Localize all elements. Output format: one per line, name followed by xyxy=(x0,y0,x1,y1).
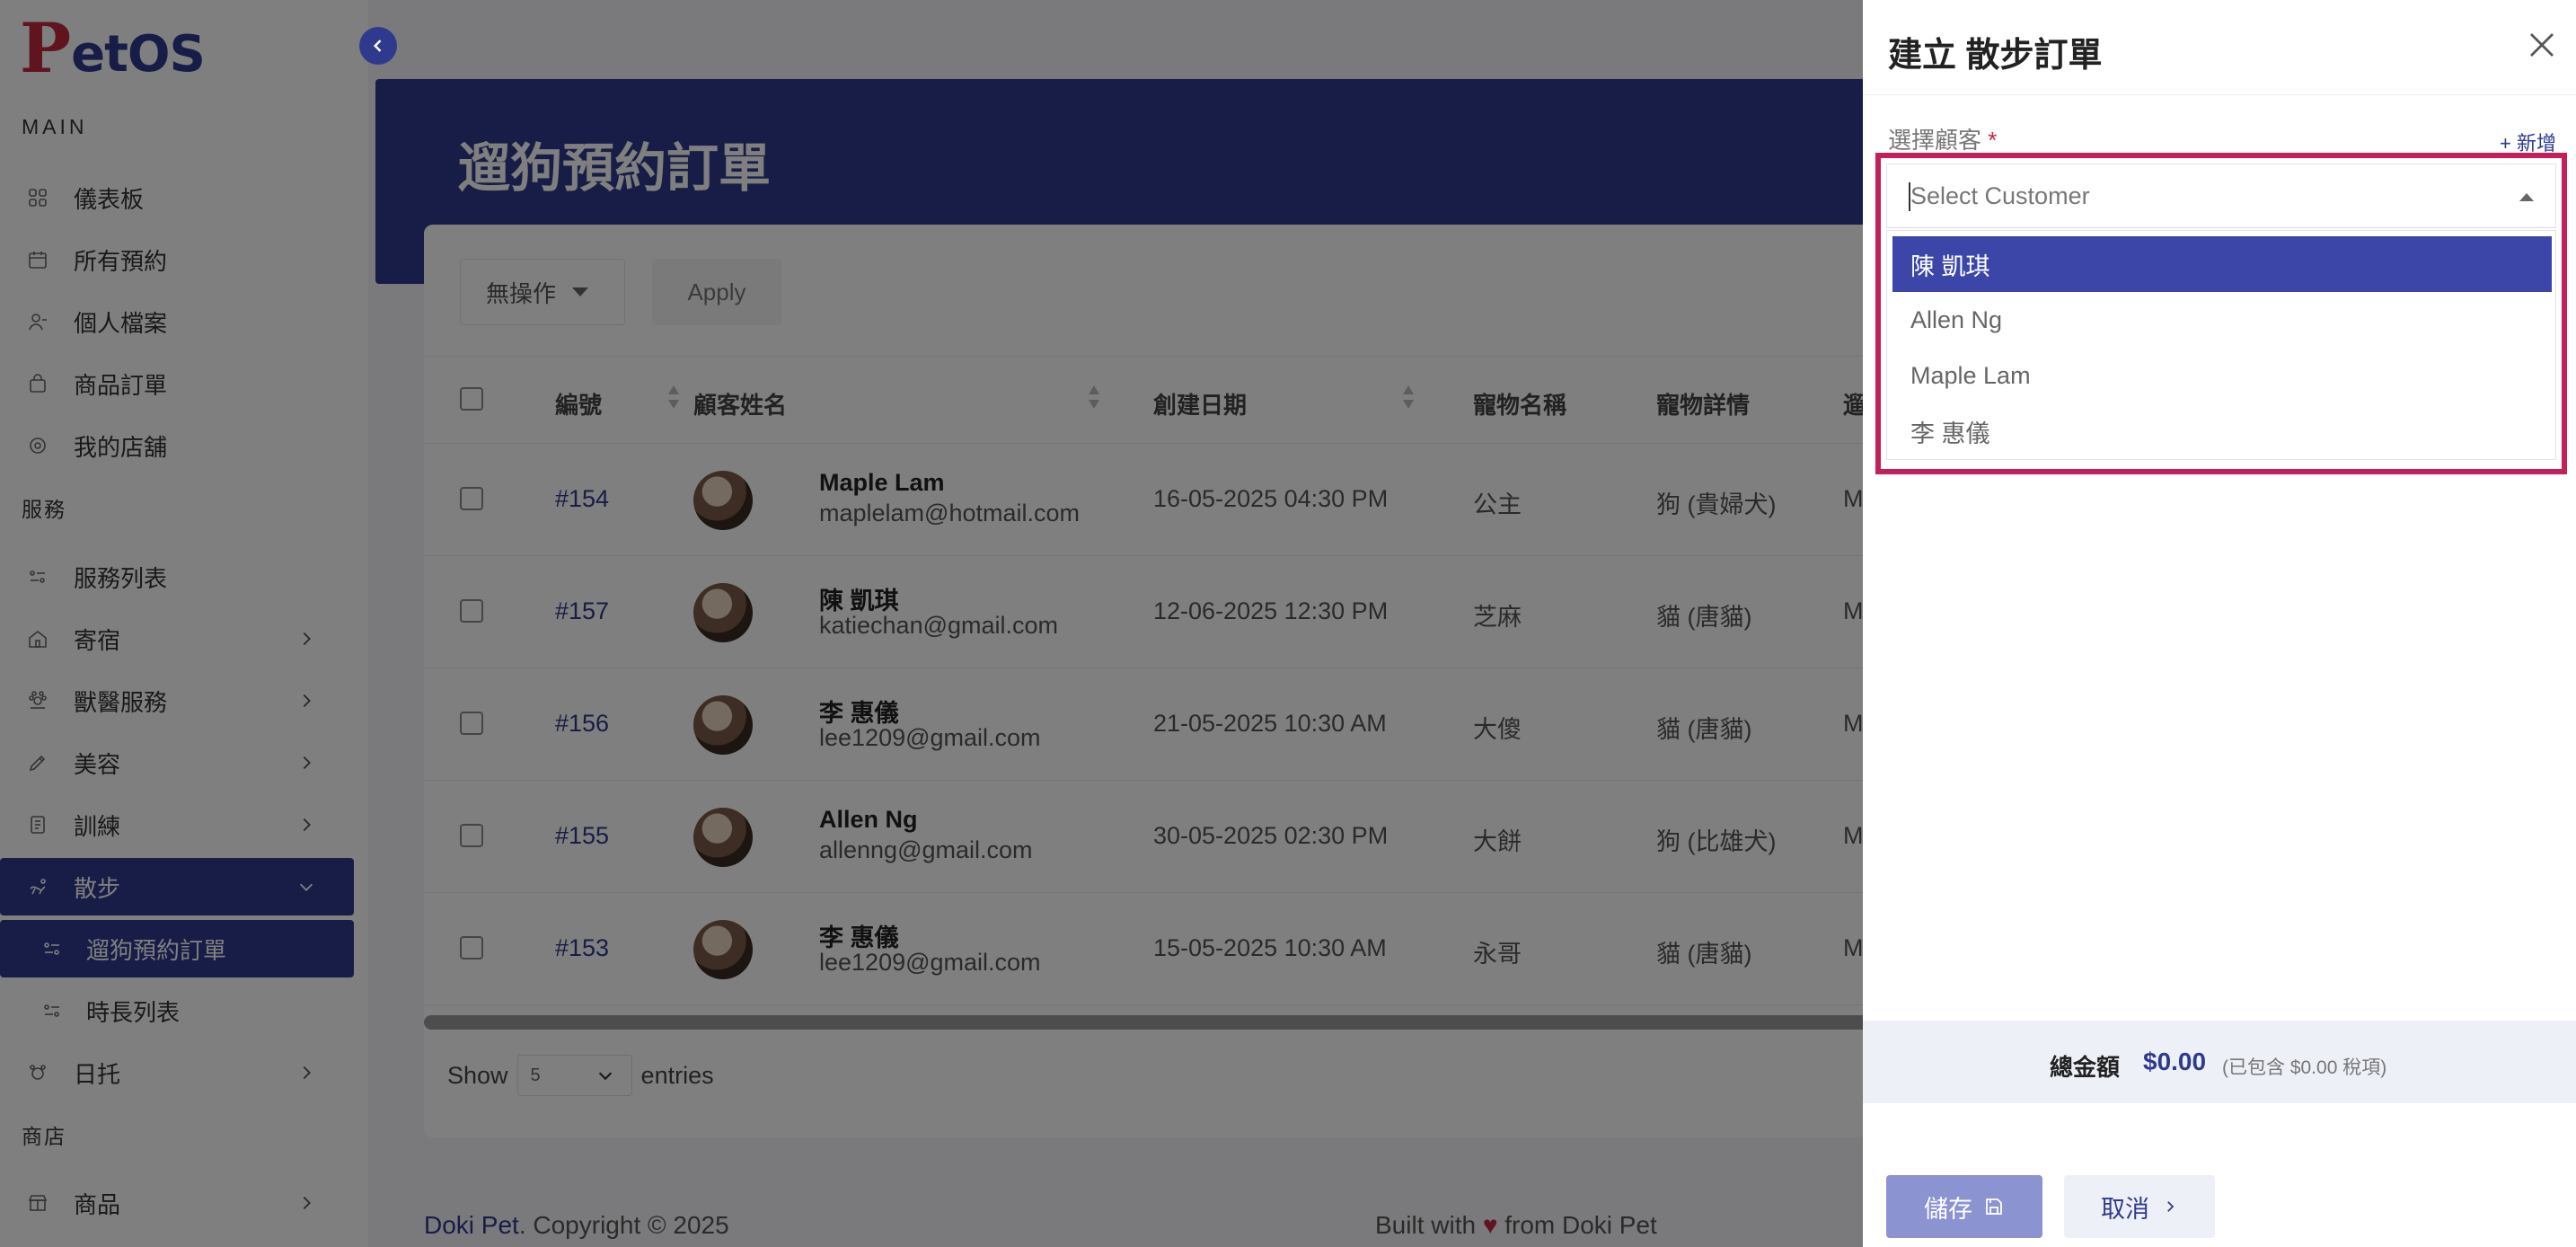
total-bar: 總金額 $0.00 (已包含 $0.00 稅項) xyxy=(1863,1021,2576,1103)
cancel-button[interactable]: 取消 xyxy=(2064,1175,2215,1238)
customer-field-label: 選擇顧客 * xyxy=(1888,122,1997,155)
drawer-header: 建立 散步訂單 xyxy=(1863,0,2576,95)
customer-select-placeholder: Select Customer xyxy=(1910,181,2090,209)
create-walk-order-drawer: 建立 散步訂單 選擇顧客 * + 新增 Select Customer 陳 凱琪… xyxy=(1863,0,2576,1247)
customer-option[interactable]: Maple Lam xyxy=(1892,348,2552,403)
close-icon[interactable] xyxy=(2526,29,2558,61)
chevron-right-icon xyxy=(2167,1201,2175,1212)
customer-option[interactable]: 陳 凱琪 xyxy=(1892,236,2552,292)
customer-option[interactable]: 李 惠儀 xyxy=(1892,403,2552,459)
customer-dropdown-list: 陳 凱琪 Allen Ng Maple Lam 李 惠儀 xyxy=(1886,230,2556,460)
cancel-label: 取消 xyxy=(2101,1195,2149,1223)
total-amount: $0.00 xyxy=(2143,1048,2207,1075)
save-button[interactable]: 儲存 xyxy=(1886,1175,2042,1238)
sidebar-collapse-button[interactable] xyxy=(359,27,397,65)
customer-option[interactable]: Allen Ng xyxy=(1892,292,2552,348)
dropdown-arrow-icon xyxy=(2519,193,2534,201)
save-label: 儲存 xyxy=(1924,1195,1972,1223)
customer-select-input[interactable]: Select Customer xyxy=(1886,164,2556,228)
chevron-left-icon xyxy=(373,40,382,52)
total-label: 總金額 xyxy=(2050,1054,2121,1081)
drawer-title: 建立 散步訂單 xyxy=(1888,37,2103,75)
customer-label-text: 選擇顧客 xyxy=(1888,127,1982,154)
save-icon xyxy=(1986,1198,2002,1215)
required-mark: * xyxy=(1988,127,1998,154)
modal-backdrop[interactable] xyxy=(0,0,1863,1247)
text-cursor xyxy=(1909,182,1910,211)
total-tax-note: (已包含 $0.00 稅項) xyxy=(2222,1057,2387,1078)
